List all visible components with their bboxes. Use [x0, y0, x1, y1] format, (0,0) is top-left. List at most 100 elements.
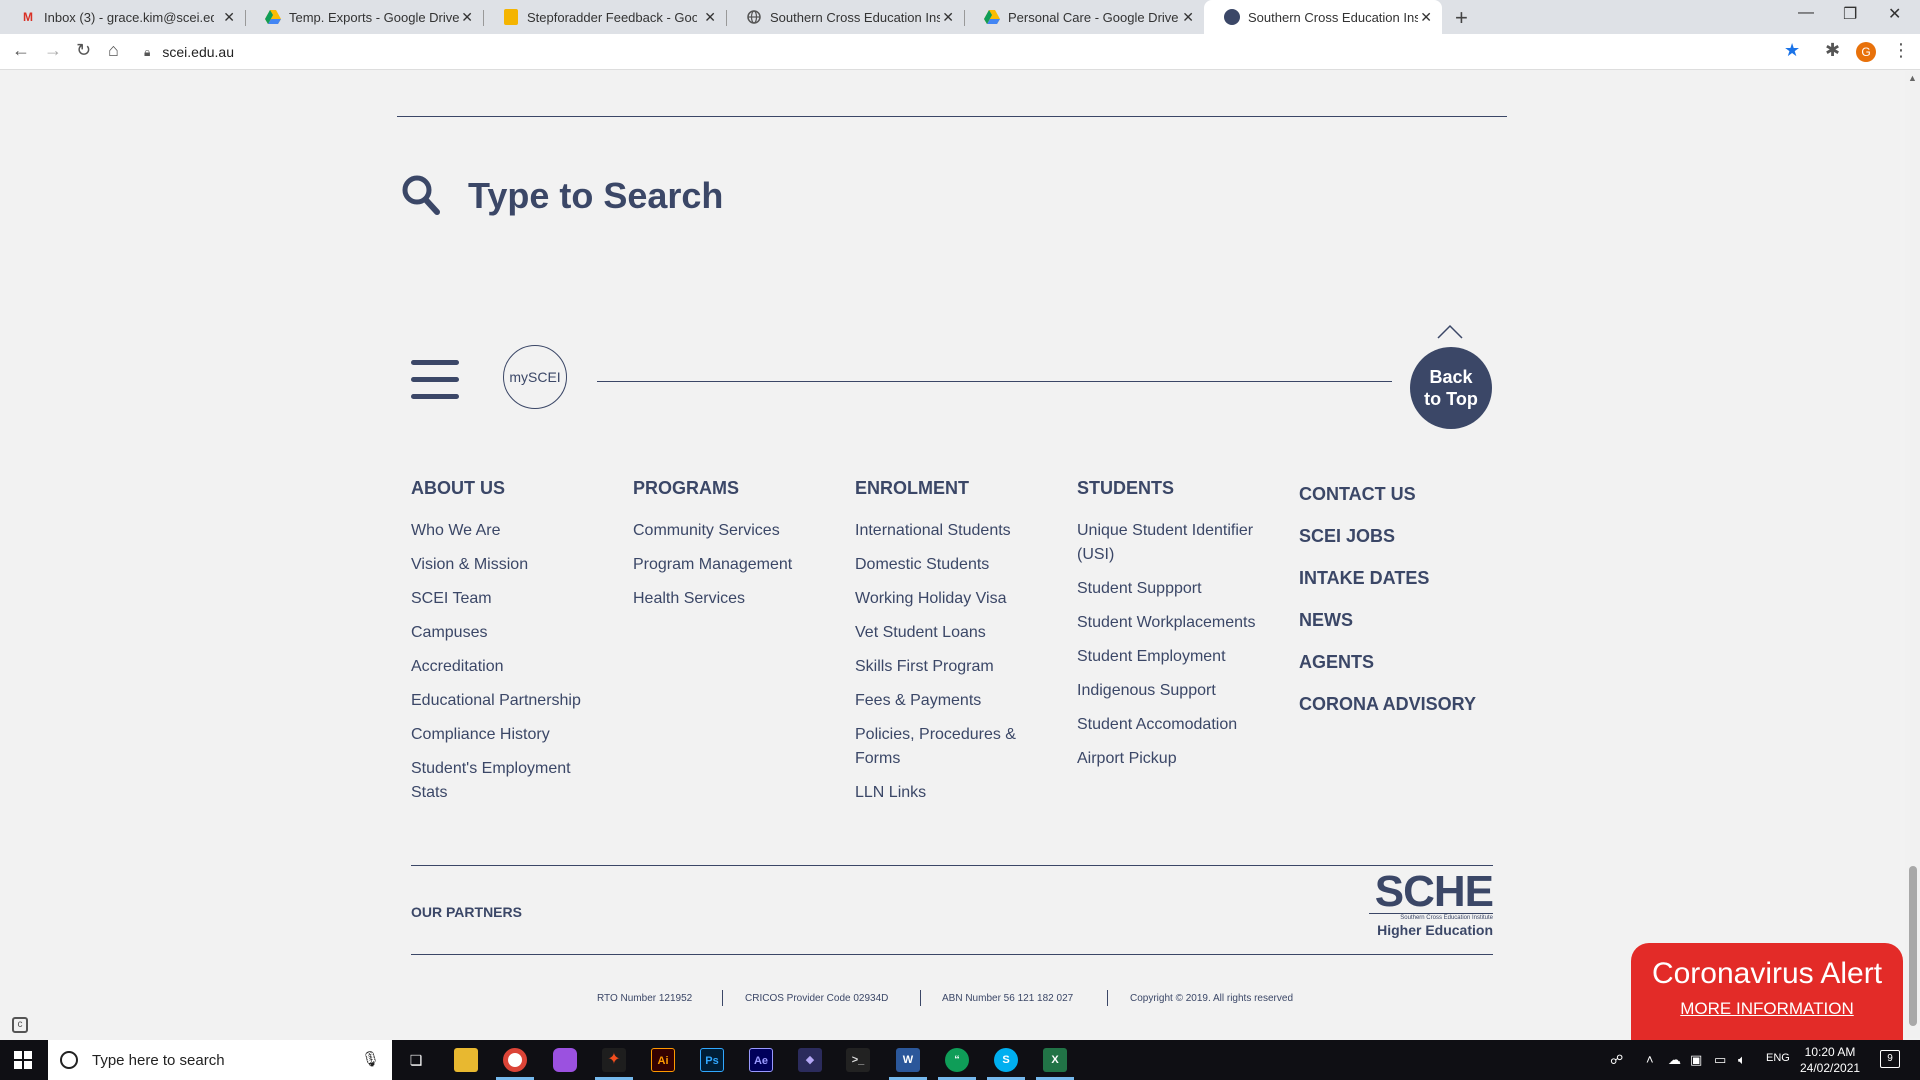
sche-logo[interactable]: SCHE Southern Cross Education Institute …: [1369, 870, 1494, 945]
gmail-icon: M: [23, 10, 33, 24]
network-icon[interactable]: ▭: [1714, 1052, 1726, 1068]
onedrive-cloud-icon[interactable]: ☁: [1668, 1052, 1681, 1068]
scrollbar-thumb[interactable]: [1909, 866, 1917, 1026]
search-icon[interactable]: [402, 175, 440, 215]
coronavirus-alert-banner[interactable]: Coronavirus Alert MORE INFORMATION: [1631, 943, 1903, 1043]
close-icon[interactable]: ✕: [704, 9, 716, 26]
excel-icon[interactable]: X: [1043, 1048, 1067, 1072]
volume-icon[interactable]: 🔈︎: [1738, 1052, 1746, 1068]
home-icon[interactable]: ⌂: [108, 40, 119, 61]
tab-personal-care[interactable]: Personal Care - Google Drive ✕: [964, 0, 1204, 34]
address-bar[interactable]: 🔒︎ scei.edu.au: [144, 38, 1794, 66]
footer-link[interactable]: Accreditation: [411, 655, 611, 679]
close-icon[interactable]: ✕: [1182, 9, 1194, 26]
page-scrollbar[interactable]: ▲: [1905, 71, 1920, 1038]
extensions-puzzle-icon[interactable]: ✱: [1825, 40, 1840, 61]
close-icon[interactable]: ✕: [223, 9, 235, 26]
footer-link[interactable]: Community Services: [633, 519, 833, 543]
tab-scei-active[interactable]: Southern Cross Education Institu ✕: [1204, 0, 1442, 34]
footer-link[interactable]: LLN Links: [855, 781, 1055, 805]
footer-link[interactable]: Campuses: [411, 621, 611, 645]
footer-link[interactable]: Student Suppport: [1077, 577, 1277, 601]
footer-link[interactable]: Student's Employment Stats: [411, 757, 581, 805]
footer-link[interactable]: Health Services: [633, 587, 833, 611]
close-icon[interactable]: ✕: [1420, 9, 1432, 26]
quick-link-agents[interactable]: AGENTS: [1299, 650, 1499, 674]
back-arrow-icon[interactable]: ←: [12, 40, 30, 61]
footer-link[interactable]: Unique Student Identifier (USI): [1077, 519, 1257, 567]
microphone-icon[interactable]: 🎙︎: [361, 1050, 380, 1068]
footer-link[interactable]: Domestic Students: [855, 553, 1055, 577]
new-tab-button[interactable]: +: [1455, 5, 1468, 31]
visual-studio-icon[interactable]: ◆: [798, 1048, 822, 1072]
illustrator-icon[interactable]: Ai: [651, 1048, 675, 1072]
tab-title: Personal Care - Google Drive: [1008, 9, 1178, 25]
footer-link[interactable]: Vet Student Loans: [855, 621, 1055, 645]
footer-link[interactable]: Student Workplacements: [1077, 611, 1277, 635]
close-icon[interactable]: ✕: [942, 9, 954, 26]
skype-icon[interactable]: S: [994, 1048, 1018, 1072]
menu-kebab-icon[interactable]: ⋮: [1892, 40, 1910, 61]
people-icon[interactable]: ☍: [1610, 1052, 1623, 1068]
search-input[interactable]: Type to Search: [468, 175, 723, 217]
footer-link[interactable]: SCEI Team: [411, 587, 611, 611]
figma-icon[interactable]: ✦: [602, 1048, 626, 1072]
language-indicator[interactable]: ENG: [1766, 1052, 1790, 1064]
footer-link[interactable]: Who We Are: [411, 519, 611, 543]
reload-icon[interactable]: ↻: [76, 40, 91, 61]
terminal-icon[interactable]: >_: [846, 1048, 870, 1072]
footer-link[interactable]: Vision & Mission: [411, 553, 611, 577]
footer-link[interactable]: Compliance History: [411, 723, 611, 747]
quick-link-contact[interactable]: CONTACT US: [1299, 482, 1499, 506]
footer-link[interactable]: Skills First Program: [855, 655, 1055, 679]
footer-link[interactable]: Working Holiday Visa: [855, 587, 1055, 611]
window-close-button[interactable]: ✕: [1888, 4, 1901, 24]
windows-start-icon[interactable]: [14, 1051, 32, 1069]
chevron-up-icon[interactable]: ˄: [1646, 1052, 1654, 1067]
chrome-icon[interactable]: [503, 1048, 527, 1072]
forward-arrow-icon[interactable]: →: [44, 40, 62, 61]
profile-avatar[interactable]: G: [1856, 42, 1876, 62]
quick-link-news[interactable]: NEWS: [1299, 608, 1499, 632]
divider: [397, 116, 1507, 117]
task-view-icon[interactable]: ❏: [404, 1048, 428, 1072]
hamburger-menu-icon[interactable]: [411, 360, 459, 400]
tab-temp-exports[interactable]: Temp. Exports - Google Drive ✕: [245, 0, 483, 34]
footer-link[interactable]: International Students: [855, 519, 1055, 543]
myscei-button[interactable]: mySCEI: [503, 345, 567, 409]
hangouts-icon[interactable]: “: [945, 1048, 969, 1072]
taskbar-search-input[interactable]: Type here to search 🎙︎: [48, 1040, 392, 1080]
app-icon[interactable]: [553, 1048, 577, 1072]
quick-link-corona[interactable]: CORONA ADVISORY: [1299, 692, 1499, 716]
footer-link[interactable]: Fees & Payments: [855, 689, 1055, 713]
separator: [1107, 990, 1108, 1006]
word-icon[interactable]: W: [896, 1048, 920, 1072]
tab-scei-1[interactable]: Southern Cross Education Institu ✕: [726, 0, 964, 34]
photoshop-icon[interactable]: Ps: [700, 1048, 724, 1072]
security-icon[interactable]: ▣: [1690, 1052, 1702, 1068]
tab-inbox[interactable]: M Inbox (3) - grace.kim@scei.edu.au ✕: [0, 0, 245, 34]
footer-link[interactable]: Educational Partnership: [411, 689, 611, 713]
file-explorer-icon[interactable]: [454, 1048, 478, 1072]
quick-link-jobs[interactable]: SCEI JOBS: [1299, 524, 1499, 548]
back-to-top-button[interactable]: Back to Top: [1410, 347, 1492, 429]
footer-link[interactable]: Program Management: [633, 553, 833, 577]
tab-title: Southern Cross Education Institu: [770, 9, 940, 25]
tab-stepforadder[interactable]: Stepforadder Feedback - Google ✕: [483, 0, 726, 34]
close-icon[interactable]: ✕: [461, 9, 473, 26]
bookmark-star-icon[interactable]: ★: [1784, 40, 1800, 61]
after-effects-icon[interactable]: Ae: [749, 1048, 773, 1072]
quick-link-intake[interactable]: INTAKE DATES: [1299, 566, 1499, 590]
clock-date: 24/02/2021: [1800, 1061, 1861, 1075]
more-information-link[interactable]: MORE INFORMATION: [1631, 999, 1903, 1019]
footer-link[interactable]: Indigenous Support: [1077, 679, 1277, 703]
taskbar-clock[interactable]: 10:20 AM 24/02/2021: [1800, 1044, 1860, 1076]
footer-link[interactable]: Student Accomodation: [1077, 713, 1277, 737]
minimize-button[interactable]: —: [1798, 4, 1814, 22]
notifications-icon[interactable]: 9: [1880, 1050, 1900, 1068]
scroll-up-arrow-icon[interactable]: ▲: [1908, 73, 1917, 83]
footer-link[interactable]: Policies, Procedures & Forms: [855, 723, 1025, 771]
footer-link[interactable]: Airport Pickup: [1077, 747, 1277, 771]
footer-link[interactable]: Student Employment: [1077, 645, 1277, 669]
restore-button[interactable]: ❐: [1843, 4, 1857, 24]
